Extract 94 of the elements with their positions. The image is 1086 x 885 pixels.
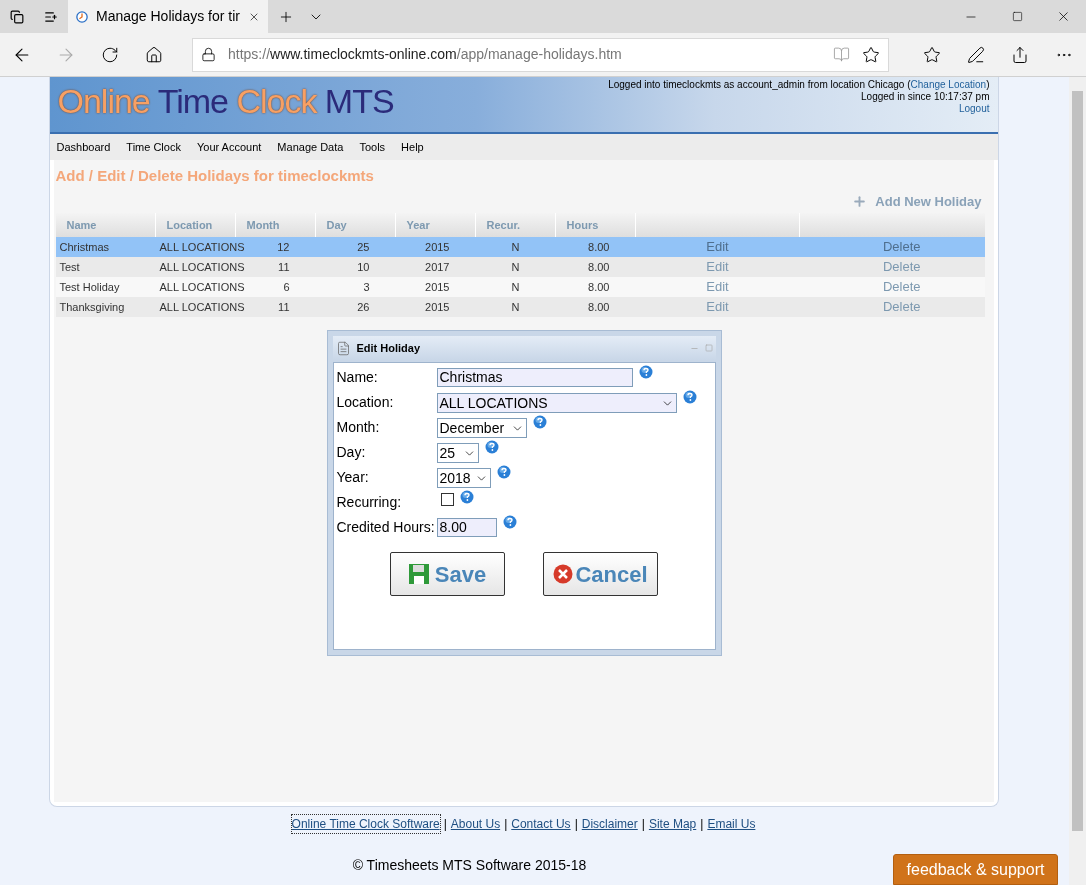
- table-cell: 10: [357, 260, 370, 273]
- separator-text: |: [443, 816, 447, 833]
- table-cell: Thanksgiving: [59, 300, 125, 313]
- menu-item[interactable]: Tools: [359, 138, 386, 156]
- table-cell: 8.00: [588, 280, 610, 293]
- tab-title: Manage Holidays for tir: [96, 7, 240, 26]
- menu-item[interactable]: Dashboard: [56, 138, 111, 156]
- footer-link[interactable]: Site Map: [648, 815, 697, 833]
- document-icon: [335, 340, 351, 356]
- table-cell: 8.00: [588, 240, 610, 253]
- help-icon[interactable]: [496, 465, 511, 479]
- menu-item[interactable]: Your Account: [196, 138, 262, 156]
- home-icon[interactable]: [145, 45, 163, 64]
- table-cell: 26: [357, 300, 370, 313]
- cancel-icon: [553, 564, 574, 584]
- table-cell: 8.00: [588, 260, 610, 273]
- table-cell: 2017: [425, 260, 450, 273]
- login-info-text: Logged into timeclockmts as account_admin from location Chicago (: [608, 79, 911, 91]
- table-cell: 8.00: [588, 300, 610, 313]
- url-text: https://www.timeclockmts-online.com/app/manage-holidays.htm: [228, 45, 623, 64]
- field-label: Day:: [336, 443, 367, 462]
- footer-link[interactable]: Email Us: [707, 815, 756, 833]
- table-cell: 2015: [425, 280, 450, 293]
- menu-item[interactable]: Help: [401, 138, 424, 156]
- help-icon[interactable]: [682, 390, 697, 404]
- field-label: Credited Hours:: [336, 518, 436, 537]
- footer-link[interactable]: Contact Us: [511, 815, 571, 833]
- table-cell: N: [511, 280, 520, 293]
- page-title: Add / Edit / Delete Holidays for timeclockmts: [55, 166, 375, 186]
- table-cell: Christmas: [59, 240, 109, 253]
- table-cell: ALL LOCATIONS: [159, 240, 245, 253]
- separator-text: |: [700, 816, 704, 833]
- pen-icon[interactable]: [967, 45, 985, 64]
- help-icon[interactable]: [484, 440, 499, 454]
- help-icon[interactable]: [638, 365, 653, 379]
- browser-tab[interactable]: Manage Holidays for tir: [68, 0, 268, 33]
- table-cell: 2015: [425, 240, 450, 253]
- field-label: Month:: [336, 418, 381, 437]
- footer-link[interactable]: Online Time Clock Software: [291, 815, 440, 833]
- table-cell: Test: [59, 260, 80, 273]
- set-aside-tabs-icon[interactable]: [44, 9, 58, 24]
- help-icon[interactable]: [459, 490, 474, 504]
- refresh-icon[interactable]: [101, 45, 119, 64]
- text-field[interactable]: 8.00: [436, 518, 497, 537]
- table-cell: ALL LOCATIONS: [159, 280, 245, 293]
- table-cell: ALL LOCATIONS: [159, 260, 245, 273]
- footer-link[interactable]: About Us: [450, 815, 501, 833]
- star-icon[interactable]: [862, 45, 880, 64]
- reading-view-icon[interactable]: [833, 46, 850, 63]
- menu-item[interactable]: Time Clock: [126, 138, 181, 156]
- dropdown-field[interactable]: ALL LOCATIONS: [436, 393, 677, 413]
- help-icon[interactable]: [502, 515, 517, 529]
- dialog-title: Edit Holiday: [356, 340, 422, 356]
- table-cell: 3: [363, 280, 370, 293]
- help-icon[interactable]: [532, 415, 547, 429]
- table-cell: 6: [283, 280, 290, 293]
- login-time-text: Logged in since 10:17:37 pm: [861, 91, 990, 103]
- share-icon[interactable]: [1011, 45, 1029, 64]
- table-cell: 25: [357, 240, 370, 253]
- dropdown-field[interactable]: 25: [436, 443, 479, 463]
- maximize-icon[interactable]: [1011, 11, 1023, 22]
- parenthesis-text: ): [986, 79, 990, 91]
- field-label: Location:: [336, 393, 395, 412]
- dropdown-field[interactable]: 2018: [436, 468, 491, 488]
- separator-text: |: [574, 816, 578, 833]
- footer-link[interactable]: Disclaimer: [581, 815, 638, 833]
- table-cell: Test Holiday: [59, 280, 120, 293]
- field-label: Recurring:: [336, 493, 403, 512]
- menu-item[interactable]: Manage Data: [277, 138, 344, 156]
- plus-icon[interactable]: [852, 193, 868, 209]
- separator-text: |: [504, 816, 508, 833]
- table-cell: N: [511, 260, 520, 273]
- table-cell: N: [511, 300, 520, 313]
- table-cell: 11: [278, 300, 290, 313]
- table-cell: 2015: [425, 300, 450, 313]
- clock-logo-icon: [76, 9, 88, 24]
- logo-text: Online Time Clock MTS: [57, 81, 394, 122]
- copyright-text: © Timesheets MTS Software 2015-18: [352, 856, 587, 875]
- address-bar[interactable]: https://www.timeclockmts-online.com/app/manage-holidays.htm: [192, 37, 889, 72]
- text-field[interactable]: Christmas: [436, 368, 633, 387]
- separator-text: |: [641, 816, 645, 833]
- table-cell: 12: [277, 240, 290, 253]
- table-cell: ALL LOCATIONS: [159, 300, 245, 313]
- dropdown-field[interactable]: December: [436, 418, 527, 438]
- lock-icon: [201, 47, 216, 62]
- favorites-icon[interactable]: [923, 45, 941, 64]
- field-label: Name:: [336, 368, 379, 387]
- tabs-icon[interactable]: [10, 9, 24, 24]
- scrollbar[interactable]: [1069, 77, 1086, 885]
- logout-link[interactable]: Logout: [958, 103, 990, 115]
- table-cell: N: [511, 240, 520, 253]
- field-label: Year:: [336, 468, 370, 487]
- table-cell: 11: [278, 260, 290, 273]
- checkbox[interactable]: [440, 493, 454, 506]
